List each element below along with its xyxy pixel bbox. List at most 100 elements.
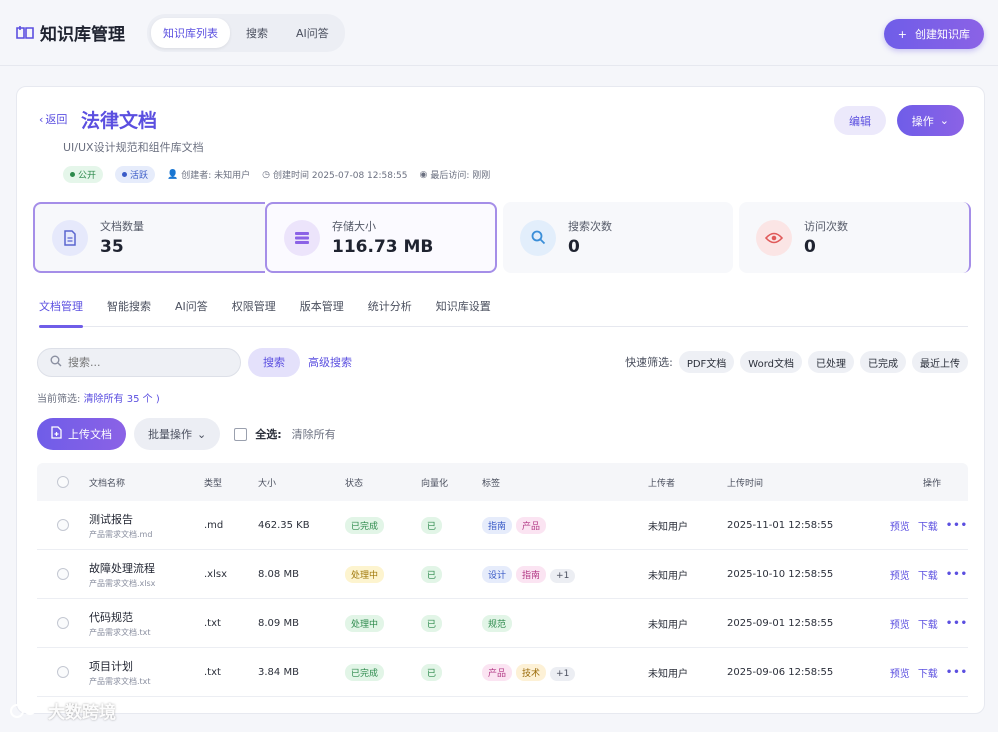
- stat-value: 0: [568, 237, 580, 257]
- column-header: 向量化: [421, 478, 449, 489]
- documents-table: 文档名称 类型 大小 状态 向量化 标签 上传者 上传时间 操作 测试报告产品需…: [37, 463, 968, 697]
- select-all-radio[interactable]: [57, 476, 69, 488]
- more-icon[interactable]: •••: [946, 618, 968, 629]
- quick-filter-label: 快速筛选:: [625, 356, 673, 369]
- filter-chip-processed[interactable]: 已处理: [808, 351, 854, 373]
- clear-all-selection[interactable]: 清除所有: [292, 426, 336, 442]
- preview-link[interactable]: 预览: [890, 665, 910, 680]
- edit-button[interactable]: 编辑: [834, 106, 886, 135]
- row-select-radio[interactable]: [57, 666, 69, 678]
- operations-button[interactable]: 操作 ⌄: [896, 105, 964, 136]
- file-description: 产品需求文档.xlsx: [89, 578, 156, 588]
- row-select-radio[interactable]: [57, 617, 69, 629]
- tag-more-badge[interactable]: +1: [550, 666, 576, 681]
- uploader: 未知用户: [648, 570, 688, 582]
- tab-statistics[interactable]: 统计分析: [368, 299, 424, 327]
- user-icon: 👤: [167, 169, 179, 180]
- tab-versions[interactable]: 版本管理: [300, 299, 356, 327]
- public-badge: 公开: [63, 166, 104, 183]
- filter-chip-recent[interactable]: 最近上传: [912, 351, 968, 373]
- filter-chip-pdf[interactable]: PDF文档: [678, 351, 735, 373]
- page-title: 法律文档: [81, 110, 158, 132]
- filter-chip-word[interactable]: Word文档: [740, 351, 802, 373]
- file-name[interactable]: 代码规范: [89, 609, 204, 625]
- eye-icon: ◉: [419, 169, 428, 180]
- upload-time: 2025-11-01 12:58:55: [727, 519, 834, 531]
- active-badge-label: 活跃: [130, 171, 149, 181]
- table-row[interactable]: 测试报告 产品需求文档.md .md 462.35 KB 已完成 已 指南 产品 未…: [37, 501, 968, 550]
- book-icon: [16, 25, 34, 41]
- table-row[interactable]: 项目计划 产品需求文档.txt .txt 3.84 MB 已完成 已 产品 技术 +1…: [37, 648, 968, 697]
- creator-text: 创建者: 未知用户: [181, 171, 251, 181]
- upload-time: 2025-09-01 12:58:55: [727, 617, 834, 629]
- stat-label: 搜索次数: [568, 220, 612, 233]
- tab-kb-settings[interactable]: 知识库设置: [436, 299, 503, 327]
- status-dot-icon: [122, 172, 128, 177]
- file-type: .txt: [204, 666, 221, 678]
- table-row[interactable]: 代码规范 产品需求文档.txt .txt 8.09 MB 处理中 已 规范 未知用…: [37, 599, 968, 648]
- kb-description: UI/UX设计规范和组件库文档: [63, 141, 204, 154]
- creator-info: 👤 创建者: 未知用户: [167, 168, 251, 182]
- file-description: 产品需求文档.md: [89, 529, 153, 539]
- more-icon[interactable]: •••: [946, 667, 968, 678]
- detail-tabs: 文档管理 智能搜索 AI问答 权限管理 版本管理 统计分析 知识库设置: [39, 299, 968, 328]
- file-name[interactable]: 故障处理流程: [89, 560, 204, 576]
- download-link[interactable]: 下载: [918, 518, 938, 533]
- last-visit-text: 最后访问: 刚刚: [430, 171, 491, 181]
- batch-operations-button[interactable]: 批量操作 ⌄: [134, 418, 221, 450]
- advanced-search-link[interactable]: 高级搜索: [308, 354, 352, 370]
- tag-more-badge[interactable]: +1: [550, 568, 576, 583]
- file-type: .md: [204, 519, 224, 531]
- upload-document-button[interactable]: 上传文档: [37, 418, 126, 450]
- preview-link[interactable]: 预览: [890, 518, 910, 533]
- table-row[interactable]: 故障处理流程 产品需求文档.xlsx .xlsx 8.08 MB 处理中 已 设计…: [37, 550, 968, 599]
- preview-link[interactable]: 预览: [890, 616, 910, 631]
- clear-all-filters-link[interactable]: 清除所有: [84, 394, 124, 405]
- chevron-down-icon: ⌄: [197, 427, 207, 441]
- public-badge-label: 公开: [78, 171, 97, 181]
- back-button[interactable]: ‹ 返回: [39, 111, 67, 127]
- top-tab-search[interactable]: 搜索: [234, 18, 280, 48]
- tab-document-management[interactable]: 文档管理: [39, 299, 95, 328]
- status-badge: 已完成: [345, 663, 385, 681]
- status-badge: 处理中: [345, 565, 385, 583]
- download-link[interactable]: 下载: [918, 665, 938, 680]
- top-tab-ai-qa[interactable]: AI问答: [284, 18, 341, 48]
- file-description: 产品需求文档.txt: [89, 627, 151, 637]
- watermark-text: 大数跨境: [48, 703, 116, 723]
- search-input[interactable]: [68, 355, 218, 369]
- filter-chip-completed[interactable]: 已完成: [860, 351, 906, 373]
- row-select-radio[interactable]: [57, 519, 69, 531]
- back-label: 返回: [45, 113, 68, 126]
- upload-label: 上传文档: [68, 428, 112, 441]
- active-badge: 活跃: [115, 166, 156, 183]
- action-row: 上传文档 批量操作 ⌄ 全选: 清除所有: [37, 418, 336, 450]
- file-name[interactable]: 项目计划: [89, 658, 204, 674]
- created-time-text: 创建时间 2025-07-08 12:58:55: [273, 171, 408, 181]
- download-link[interactable]: 下载: [918, 616, 938, 631]
- select-all: 全选:: [234, 426, 282, 442]
- operations-label: 操作: [911, 114, 934, 128]
- search-row: 搜索 高级搜索 快速筛选: PDF文档 Word文档 已处理 已完成 最近上传: [37, 347, 968, 377]
- top-tabs: 知识库列表 搜索 AI问答: [147, 13, 345, 52]
- tab-smart-search[interactable]: 智能搜索: [107, 299, 163, 327]
- tag-badge: 技术: [516, 663, 547, 681]
- download-link[interactable]: 下载: [918, 567, 938, 582]
- tab-permissions[interactable]: 权限管理: [232, 299, 288, 327]
- more-icon[interactable]: •••: [946, 569, 968, 580]
- create-kb-button[interactable]: + 创建知识库: [883, 19, 984, 49]
- stat-label: 访问次数: [804, 220, 848, 233]
- tab-ai-qa[interactable]: AI问答: [175, 299, 220, 327]
- preview-link[interactable]: 预览: [890, 567, 910, 582]
- table-header: 文档名称 类型 大小 状态 向量化 标签 上传者 上传时间 操作: [37, 463, 968, 501]
- top-tab-kb-list[interactable]: 知识库列表: [151, 17, 230, 48]
- vector-badge: 已: [421, 663, 443, 681]
- row-select-radio[interactable]: [57, 568, 69, 580]
- file-name[interactable]: 测试报告: [89, 511, 204, 527]
- select-all-checkbox[interactable]: [234, 427, 248, 441]
- stat-value: 35: [100, 237, 124, 257]
- vector-badge: 已: [421, 614, 443, 632]
- more-icon[interactable]: •••: [946, 520, 968, 531]
- search-button[interactable]: 搜索: [248, 347, 300, 377]
- column-header: 标签: [482, 478, 501, 489]
